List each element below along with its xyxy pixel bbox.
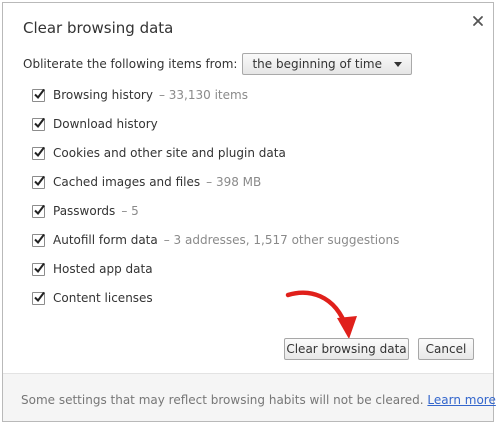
learn-more-link[interactable]: Learn more: [427, 393, 495, 407]
clear-browsing-data-dialog: Clear browsing data Obliterate the follo…: [2, 2, 496, 422]
time-range-selected: the beginning of time: [252, 57, 382, 71]
option-label: Browsing history: [53, 88, 153, 102]
checkbox-content-licenses[interactable]: [32, 291, 45, 305]
option-detail: – 33,130 items: [158, 88, 248, 102]
option-label: Cached images and files: [53, 175, 201, 189]
option-cached-images[interactable]: Cached images and files – 398 MB: [32, 174, 261, 190]
checkmark-icon: [34, 175, 45, 186]
chevron-down-icon: [393, 61, 402, 67]
option-passwords[interactable]: Passwords – 5: [32, 203, 139, 219]
close-icon[interactable]: [472, 12, 484, 26]
checkmark-icon: [34, 117, 45, 128]
checkmark-icon: [34, 146, 45, 157]
footer-note: Some settings that may reflect browsing …: [21, 393, 424, 407]
option-label: Hosted app data: [53, 262, 153, 276]
checkbox-cached-images[interactable]: [32, 175, 45, 189]
time-range-row: Obliterate the following items from: the…: [23, 53, 412, 75]
dialog-footer: Some settings that may reflect browsing …: [3, 373, 496, 421]
time-range-dropdown[interactable]: the beginning of time: [242, 53, 412, 75]
option-download-history[interactable]: Download history: [32, 116, 158, 132]
option-autofill[interactable]: Autofill form data – 3 addresses, 1,517 …: [32, 232, 399, 248]
option-label: Cookies and other site and plugin data: [53, 146, 286, 160]
option-label: Passwords: [53, 204, 116, 218]
time-range-label: Obliterate the following items from:: [23, 57, 238, 71]
footer-text-row: Some settings that may reflect browsing …: [21, 393, 496, 407]
checkbox-browsing-history[interactable]: [32, 88, 45, 102]
cancel-button[interactable]: Cancel: [418, 338, 474, 360]
option-content-licenses[interactable]: Content licenses: [32, 290, 153, 306]
checkbox-cookies[interactable]: [32, 146, 45, 160]
option-detail: – 398 MB: [206, 175, 262, 189]
option-hosted-app-data[interactable]: Hosted app data: [32, 261, 153, 277]
option-detail: – 3 addresses, 1,517 other suggestions: [163, 233, 400, 247]
option-detail: – 5: [121, 204, 139, 218]
checkbox-passwords[interactable]: [32, 204, 45, 218]
checkmark-icon: [34, 291, 45, 302]
option-cookies[interactable]: Cookies and other site and plugin data: [32, 145, 286, 161]
clear-browsing-data-button[interactable]: Clear browsing data: [284, 338, 409, 360]
option-label: Autofill form data: [53, 233, 158, 247]
option-label: Content licenses: [53, 291, 153, 305]
option-label: Download history: [53, 117, 158, 131]
checkbox-hosted-app-data[interactable]: [32, 262, 45, 276]
option-browsing-history[interactable]: Browsing history – 33,130 items: [32, 87, 248, 103]
dialog-title: Clear browsing data: [23, 19, 174, 37]
checkmark-icon: [34, 262, 45, 273]
checkbox-autofill[interactable]: [32, 233, 45, 247]
checkmark-icon: [34, 233, 45, 244]
checkmark-icon: [34, 204, 45, 215]
checkmark-icon: [34, 88, 45, 99]
checkbox-download-history[interactable]: [32, 117, 45, 131]
curved-arrow-icon: [285, 290, 357, 339]
